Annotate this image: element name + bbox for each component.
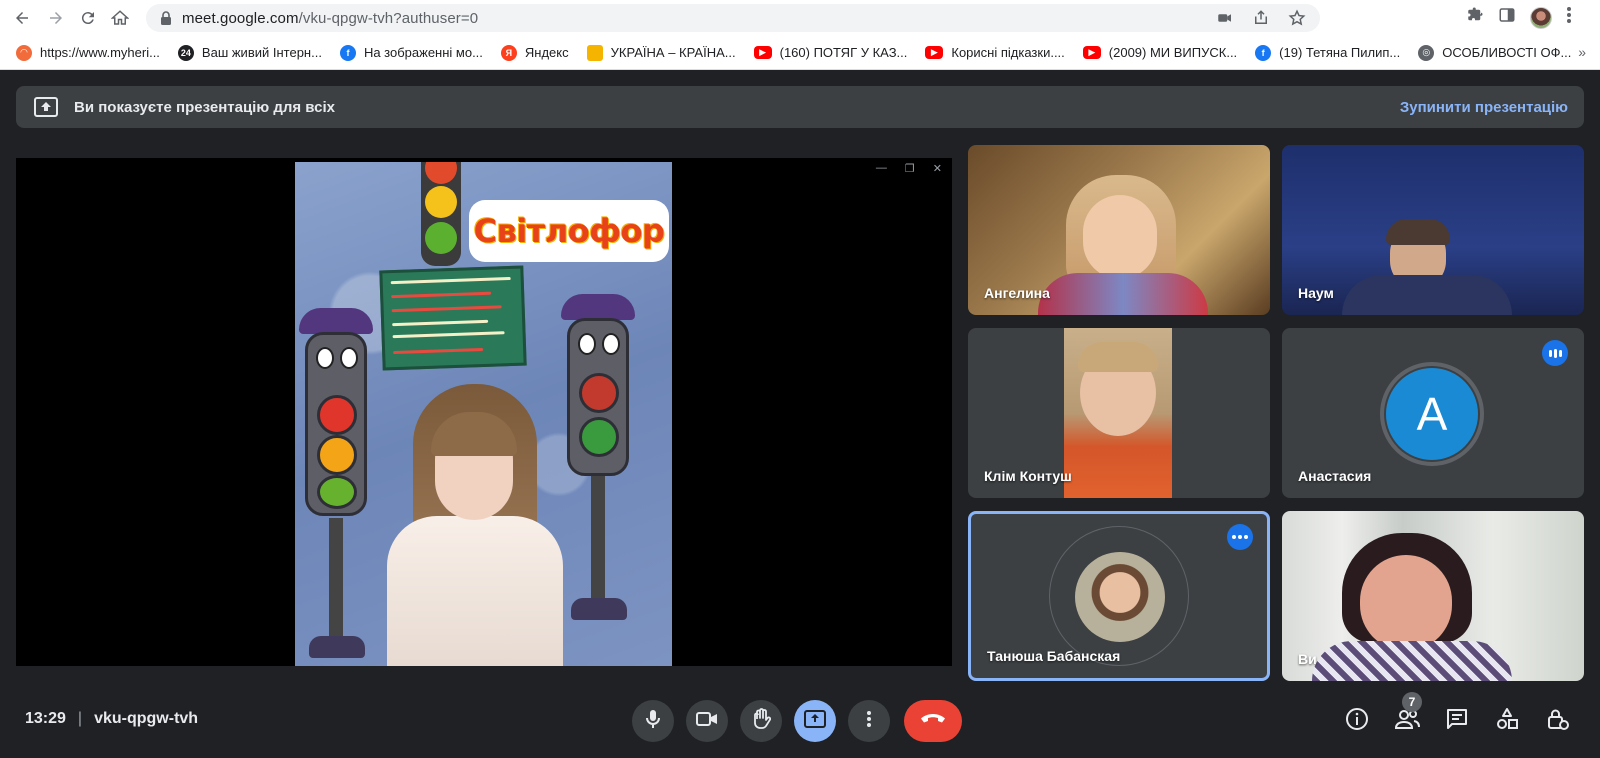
- bookmark-item[interactable]: ▶ Корисні підказки....: [925, 45, 1065, 60]
- cartoon-traffic-light-left: [305, 332, 367, 516]
- bookmark-item[interactable]: f На зображенні мо...: [339, 44, 483, 61]
- info-icon: [1345, 707, 1369, 736]
- bookmark-item[interactable]: f (19) Тетяна Пилип...: [1255, 44, 1400, 61]
- participant-count-badge: 7: [1402, 692, 1422, 712]
- raise-hand-icon: [751, 707, 772, 735]
- yandex-icon: Я: [500, 44, 517, 61]
- slide-title: Світлофор: [473, 212, 665, 250]
- bookmark-item[interactable]: ◠ https://www.myheri...: [16, 44, 160, 61]
- present-screen-icon: [34, 97, 58, 117]
- audio-level-icon: [1542, 340, 1568, 366]
- participant-tile[interactable]: Ангелина: [968, 145, 1270, 315]
- participant-name: Танюша Бабанская: [987, 648, 1121, 664]
- bookmarks-overflow-icon[interactable]: »: [1578, 44, 1586, 60]
- presentation-slide: Світлофор: [295, 162, 672, 666]
- back-arrow-icon[interactable]: [10, 6, 34, 30]
- camera-blocked-icon[interactable]: [1216, 9, 1234, 32]
- more-options-button[interactable]: [848, 700, 890, 742]
- minimize-icon[interactable]: —: [876, 162, 887, 175]
- url-text: meet.google.com/vku-qpgw-tvh?authuser=0: [182, 9, 479, 27]
- extensions-puzzle-icon[interactable]: [1466, 6, 1484, 29]
- presentation-window-controls: — ❐ ✕: [876, 162, 942, 175]
- bookmark-item[interactable]: ▶ (2009) МИ ВИПУСК...: [1082, 45, 1237, 60]
- presenting-message: Ви показуєте презентацію для всіх: [74, 98, 335, 116]
- bookmark-item[interactable]: 24 Ваш живий Інтерн...: [177, 44, 322, 61]
- camera-icon: [696, 711, 718, 732]
- meeting-details: 13:29 | vku-qpgw-tvh: [25, 710, 198, 728]
- stop-presenting-button[interactable]: Зупинити презентацію: [1400, 99, 1568, 116]
- page-favicon-icon: [586, 44, 603, 61]
- rules-poster: [379, 265, 527, 371]
- participant-name: Клім Контуш: [984, 468, 1072, 484]
- side-panel-icon[interactable]: [1498, 6, 1516, 29]
- participant-tile[interactable]: Клім Контуш: [968, 328, 1270, 498]
- home-icon[interactable]: [108, 6, 132, 30]
- facebook-icon: f: [339, 44, 356, 61]
- raise-hand-button[interactable]: [740, 700, 782, 742]
- microphone-icon: [644, 709, 662, 734]
- forward-arrow-icon[interactable]: [44, 6, 68, 30]
- chrome-menu-icon[interactable]: [1566, 6, 1572, 29]
- participant-name: Ви: [1298, 651, 1317, 667]
- youtube-icon: ▶: [1082, 46, 1101, 59]
- lock-person-icon: [1545, 707, 1569, 736]
- meeting-code: vku-qpgw-tvh: [94, 710, 199, 727]
- meeting-time: 13:29: [25, 710, 66, 727]
- chat-icon: [1445, 707, 1469, 736]
- participant-tile-self[interactable]: Ви: [1282, 511, 1584, 681]
- more-options-icon[interactable]: [1227, 524, 1253, 550]
- youtube-icon: ▶: [925, 46, 944, 59]
- cartoon-traffic-light-right: [567, 318, 629, 476]
- meeting-info-button[interactable]: [1342, 706, 1372, 736]
- youtube-icon: ▶: [753, 46, 772, 59]
- share-icon[interactable]: [1252, 9, 1270, 32]
- host-controls-button[interactable]: [1542, 706, 1572, 736]
- hang-up-icon: [920, 712, 946, 730]
- participant-name: Анастасия: [1298, 468, 1372, 484]
- slide-title-card: Світлофор: [469, 200, 669, 262]
- participant-tile[interactable]: Наум: [1282, 145, 1584, 315]
- myheritage-icon: ◠: [16, 44, 32, 61]
- browser-toolbar: meet.google.com/vku-qpgw-tvh?authuser=0: [0, 0, 1600, 36]
- people-icon: [1394, 708, 1420, 735]
- bookmarks-bar: ◠ https://www.myheri... 24 Ваш живий Інтер…: [0, 36, 1600, 70]
- facebook-icon: f: [1255, 44, 1272, 61]
- participant-tile[interactable]: A Анастасия: [1282, 328, 1584, 498]
- camera-button[interactable]: [686, 700, 728, 742]
- bookmark-item[interactable]: ◎ ОСОБЛИВОСТІ ОФ...: [1418, 44, 1571, 61]
- participant-avatar: [1075, 552, 1165, 642]
- participant-avatar: A: [1386, 368, 1478, 460]
- presentation-stage: — ❐ ✕ Світлофор: [16, 158, 952, 666]
- chat-button[interactable]: [1442, 706, 1472, 736]
- more-vert-icon: [866, 710, 872, 733]
- meeting-separator: |: [77, 710, 83, 727]
- participant-name: Наум: [1298, 285, 1334, 301]
- participant-tile-active-speaker[interactable]: Танюша Бабанская: [968, 511, 1270, 681]
- restore-icon[interactable]: ❐: [905, 162, 915, 175]
- bookmark-star-icon[interactable]: [1288, 9, 1306, 32]
- bookmark-item[interactable]: Я Яндекс: [500, 44, 569, 61]
- channel24-icon: 24: [177, 44, 194, 61]
- close-icon[interactable]: ✕: [933, 162, 942, 175]
- profile-avatar[interactable]: [1530, 6, 1552, 29]
- bookmark-item[interactable]: ▶ (160) ПОТЯГ У КАЗ...: [753, 45, 907, 60]
- presenting-banner: Ви показуєте презентацію для всіх Зупини…: [16, 86, 1584, 128]
- present-now-button[interactable]: [794, 700, 836, 742]
- microphone-button[interactable]: [632, 700, 674, 742]
- activities-shapes-icon: [1495, 707, 1519, 736]
- traffic-light-illustration: [421, 162, 461, 266]
- participant-name: Ангелина: [984, 285, 1050, 301]
- reload-icon[interactable]: [76, 6, 100, 30]
- activities-button[interactable]: [1492, 706, 1522, 736]
- leave-call-button[interactable]: [904, 700, 962, 742]
- present-screen-icon: [804, 709, 826, 733]
- globe-icon: ◎: [1418, 44, 1435, 61]
- bookmark-item[interactable]: УКРАЇНА – КРАЇНА...: [586, 44, 736, 61]
- address-bar[interactable]: meet.google.com/vku-qpgw-tvh?authuser=0: [146, 4, 1320, 32]
- lock-icon[interactable]: [160, 11, 172, 25]
